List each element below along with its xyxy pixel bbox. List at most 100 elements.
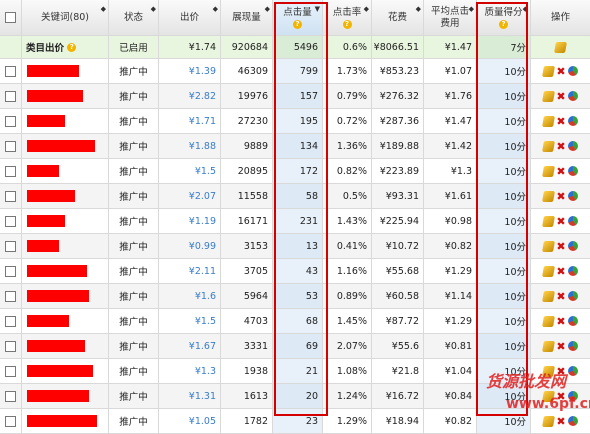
stats-icon[interactable] xyxy=(567,216,578,226)
redacted-keyword xyxy=(27,215,65,227)
row-bid[interactable]: ¥1.5 xyxy=(159,159,221,183)
row-checkbox[interactable] xyxy=(5,140,16,152)
row-checkbox[interactable] xyxy=(5,115,16,127)
col-keyword[interactable]: 关键词(80) ◆ xyxy=(22,0,109,35)
row-checkbox[interactable] xyxy=(5,415,16,427)
help-icon[interactable]: ? xyxy=(67,43,77,52)
help-icon[interactable]: ? xyxy=(293,19,302,29)
redacted-keyword xyxy=(27,315,69,327)
row-bid[interactable]: ¥1.39 xyxy=(159,59,221,83)
row-checkbox[interactable] xyxy=(5,240,16,252)
stats-icon[interactable] xyxy=(567,91,578,101)
row-checkbox[interactable] xyxy=(5,190,16,202)
help-icon[interactable]: ? xyxy=(342,19,352,29)
edit-icon[interactable] xyxy=(542,215,556,227)
col-cost[interactable]: 花费 ◆ xyxy=(372,0,424,35)
stats-icon[interactable] xyxy=(567,266,578,276)
delete-icon[interactable]: ✖ xyxy=(556,141,565,152)
row-bid[interactable]: ¥2.82 xyxy=(159,84,221,108)
edit-icon[interactable] xyxy=(542,165,556,177)
row-clicks: 69 xyxy=(273,334,323,358)
edit-icon[interactable] xyxy=(542,190,556,202)
delete-icon[interactable]: ✖ xyxy=(556,166,565,177)
stats-icon[interactable] xyxy=(567,416,578,426)
row-bid[interactable]: ¥1.67 xyxy=(159,334,221,358)
col-impressions[interactable]: 展现量 ◆ xyxy=(221,0,273,35)
row-bid[interactable]: ¥1.6 xyxy=(159,284,221,308)
row-checkbox[interactable] xyxy=(5,315,16,327)
stats-icon[interactable] xyxy=(567,166,578,176)
summary-bid[interactable]: ¥1.74 xyxy=(159,36,221,58)
stats-icon[interactable] xyxy=(567,366,578,376)
row-checkbox[interactable] xyxy=(5,215,16,227)
row-bid[interactable]: ¥1.05 xyxy=(159,409,221,433)
sort-icon: ◆ xyxy=(415,5,421,13)
delete-icon[interactable]: ✖ xyxy=(556,416,565,427)
row-status: 推广中 xyxy=(109,359,159,383)
col-clicks[interactable]: 点击量? ▼ xyxy=(273,0,323,35)
stats-icon[interactable] xyxy=(567,241,578,251)
stats-icon[interactable] xyxy=(567,116,578,126)
stats-icon[interactable] xyxy=(567,191,578,201)
stats-icon[interactable] xyxy=(567,341,578,351)
row-bid[interactable]: ¥1.3 xyxy=(159,359,221,383)
edit-icon[interactable] xyxy=(542,140,556,152)
edit-icon[interactable] xyxy=(542,415,556,427)
col-status[interactable]: 状态 ◆ xyxy=(109,0,159,35)
row-check-cell xyxy=(0,409,22,433)
row-checkbox[interactable] xyxy=(5,390,16,402)
row-cost: ¥55.68 xyxy=(372,259,424,283)
delete-icon[interactable]: ✖ xyxy=(556,291,565,302)
delete-icon[interactable]: ✖ xyxy=(556,216,565,227)
stats-icon[interactable] xyxy=(567,141,578,151)
row-bid[interactable]: ¥1.71 xyxy=(159,109,221,133)
col-avg-cpc[interactable]: 平均点击 费用 ◆ xyxy=(424,0,477,35)
row-checkbox[interactable] xyxy=(5,90,16,102)
delete-icon[interactable]: ✖ xyxy=(556,116,565,127)
table-row: 推广中 ¥2.82 19976 157 0.79% ¥276.32 ¥1.76 10分 ✖ xyxy=(0,84,590,109)
row-bid[interactable]: ¥1.19 xyxy=(159,209,221,233)
col-bid[interactable]: 出价 ◆ xyxy=(159,0,221,35)
row-checkbox[interactable] xyxy=(5,265,16,277)
stats-icon[interactable] xyxy=(567,66,578,76)
edit-icon[interactable] xyxy=(554,41,567,53)
edit-icon[interactable] xyxy=(542,115,556,127)
row-checkbox[interactable] xyxy=(5,365,16,377)
delete-icon[interactable]: ✖ xyxy=(556,191,565,202)
delete-icon[interactable]: ✖ xyxy=(556,266,565,277)
edit-icon[interactable] xyxy=(542,90,556,102)
row-bid[interactable]: ¥2.11 xyxy=(159,259,221,283)
keyword-cell xyxy=(22,284,109,308)
row-check-cell xyxy=(0,159,22,183)
row-bid[interactable]: ¥0.99 xyxy=(159,234,221,258)
row-bid[interactable]: ¥1.88 xyxy=(159,134,221,158)
delete-icon[interactable]: ✖ xyxy=(556,91,565,102)
row-checkbox[interactable] xyxy=(5,340,16,352)
col-ctr-label: 点击率 xyxy=(332,6,362,18)
edit-icon[interactable] xyxy=(542,290,556,302)
row-checkbox[interactable] xyxy=(5,165,16,177)
row-bid[interactable]: ¥1.31 xyxy=(159,384,221,408)
edit-icon[interactable] xyxy=(542,340,556,352)
help-icon[interactable]: ? xyxy=(499,19,508,29)
summary-status: 已启用 xyxy=(109,36,159,58)
edit-icon[interactable] xyxy=(542,315,556,327)
stats-icon[interactable] xyxy=(567,316,578,326)
row-bid[interactable]: ¥2.07 xyxy=(159,184,221,208)
delete-icon[interactable]: ✖ xyxy=(556,241,565,252)
delete-icon[interactable]: ✖ xyxy=(556,316,565,327)
row-checkbox[interactable] xyxy=(5,290,16,302)
edit-icon[interactable] xyxy=(542,265,556,277)
edit-icon[interactable] xyxy=(542,240,556,252)
select-all-checkbox[interactable] xyxy=(5,12,16,23)
summary-ctr: 0.6% xyxy=(323,36,372,58)
row-bid[interactable]: ¥1.5 xyxy=(159,309,221,333)
stats-icon[interactable] xyxy=(567,291,578,301)
row-checkbox[interactable] xyxy=(5,65,16,77)
col-quality[interactable]: 质量得分? ◆ xyxy=(477,0,531,35)
delete-icon[interactable]: ✖ xyxy=(556,341,565,352)
delete-icon[interactable]: ✖ xyxy=(556,66,565,77)
edit-icon[interactable] xyxy=(542,65,556,77)
col-ctr[interactable]: 点击率? ◆ xyxy=(323,0,372,35)
col-status-label: 状态 xyxy=(123,11,143,23)
